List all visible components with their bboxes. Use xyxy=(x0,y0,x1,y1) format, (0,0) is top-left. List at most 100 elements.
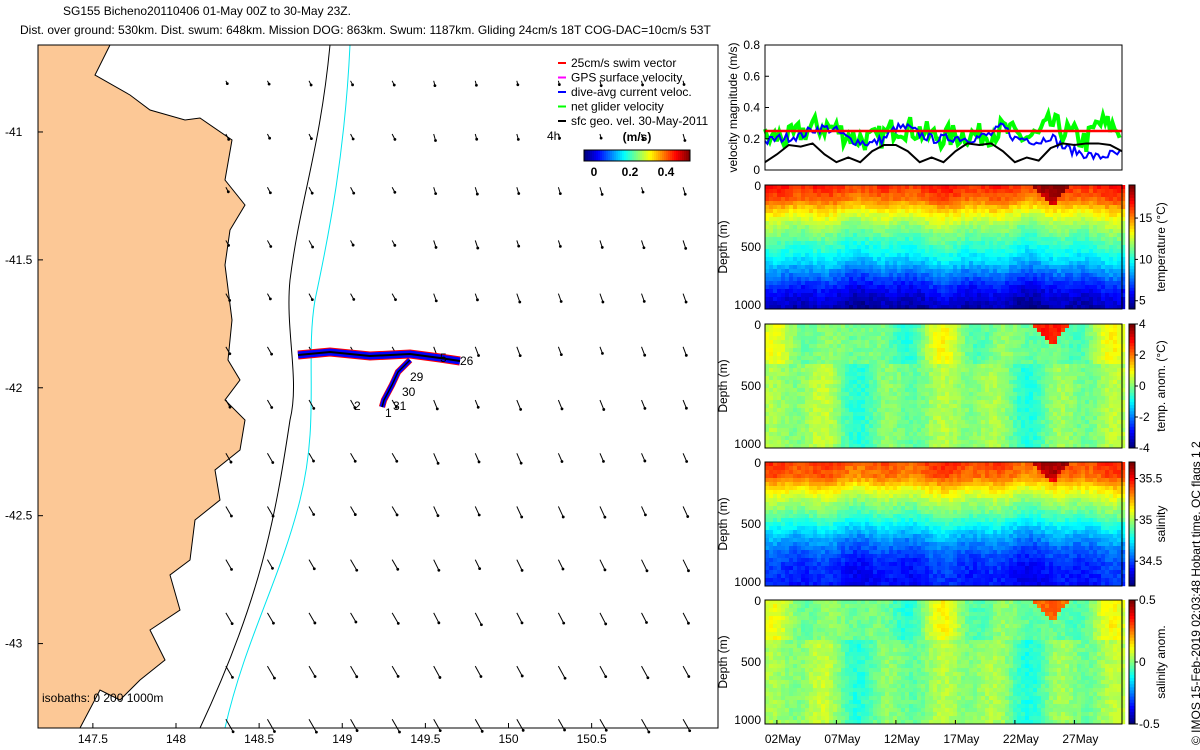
section-cell xyxy=(853,193,858,198)
section-cell xyxy=(957,265,962,270)
section-cell xyxy=(873,340,878,345)
section-cell xyxy=(977,432,982,437)
arrow-head xyxy=(642,246,646,250)
section-cell xyxy=(1077,289,1082,294)
section-cell xyxy=(777,217,782,222)
section-cell xyxy=(925,364,930,369)
colorbar-cell xyxy=(590,150,593,161)
section-cell xyxy=(905,281,910,286)
section-cell xyxy=(809,340,814,345)
section-cell xyxy=(873,265,878,270)
section-cell xyxy=(777,257,782,262)
section-cell xyxy=(877,237,882,242)
section-cell xyxy=(853,424,858,429)
section-cell xyxy=(869,384,874,389)
section-cell xyxy=(857,392,862,397)
section-cell xyxy=(797,328,802,333)
section-cell xyxy=(1105,277,1110,282)
section-cell xyxy=(773,297,778,302)
section-cell xyxy=(853,241,858,246)
section-cell xyxy=(801,225,806,230)
section-cell xyxy=(769,352,774,357)
section-cell xyxy=(869,420,874,425)
section-cell xyxy=(801,332,806,337)
section-cell xyxy=(945,360,950,365)
section-cell xyxy=(909,273,914,278)
section-cell xyxy=(881,281,886,286)
section-cell xyxy=(1033,225,1038,230)
section-cell xyxy=(1021,269,1026,274)
section-cell xyxy=(977,209,982,214)
section-cell xyxy=(865,428,870,433)
section-cell xyxy=(861,396,866,401)
section-cell xyxy=(1009,241,1014,246)
section-cell xyxy=(1017,261,1022,266)
section-cell xyxy=(1001,297,1006,302)
section-cell xyxy=(921,376,926,381)
section-cell xyxy=(901,237,906,242)
section-cell xyxy=(889,297,894,302)
section-cell xyxy=(837,324,842,329)
section-cell xyxy=(821,328,826,333)
arrow-head xyxy=(310,298,314,302)
colorbar-cell xyxy=(1129,250,1135,254)
section-cell xyxy=(885,332,890,337)
section-cell xyxy=(1045,185,1050,190)
section-cell xyxy=(1037,257,1042,262)
section-cell xyxy=(845,257,850,262)
section-cell xyxy=(941,424,946,429)
section-cell xyxy=(785,420,790,425)
section-cell xyxy=(1029,205,1034,210)
section-cell xyxy=(897,400,902,405)
section-cell xyxy=(1093,213,1098,218)
colorbar-cell xyxy=(1129,253,1135,257)
section-cell xyxy=(961,324,966,329)
section-cell xyxy=(973,428,978,433)
arrow-head xyxy=(310,191,314,195)
section-cell xyxy=(793,253,798,258)
section-cell xyxy=(793,324,798,329)
section-cell xyxy=(1021,273,1026,278)
section-cell xyxy=(885,440,890,445)
section-cell xyxy=(777,368,782,373)
section-cell xyxy=(993,193,998,198)
section-cell xyxy=(1049,217,1054,222)
section-cell xyxy=(1077,241,1082,246)
section-cell xyxy=(793,344,798,349)
section-cell xyxy=(825,388,830,393)
section-cell xyxy=(809,225,814,230)
arrow-head xyxy=(396,674,400,678)
section-cell xyxy=(873,336,878,341)
section-cell xyxy=(985,193,990,198)
section-cell xyxy=(841,217,846,222)
section-cell xyxy=(949,328,954,333)
section-cell xyxy=(829,436,834,441)
section-cell xyxy=(829,253,834,258)
section-cell xyxy=(821,384,826,389)
section-cell xyxy=(797,332,802,337)
section-cell xyxy=(1021,193,1026,198)
section-cell xyxy=(813,285,818,290)
section-cell xyxy=(773,420,778,425)
section-cell xyxy=(969,396,974,401)
section-cell xyxy=(873,253,878,258)
section-cell xyxy=(853,400,858,405)
section-cell xyxy=(769,348,774,353)
section-cell xyxy=(773,265,778,270)
section-cell xyxy=(813,336,818,341)
section-cell xyxy=(793,332,798,337)
section-cell xyxy=(777,384,782,389)
section-cell xyxy=(977,249,982,254)
section-cell xyxy=(925,440,930,445)
section-cell xyxy=(805,197,810,202)
geostrophic-velocity-arrow xyxy=(433,506,439,516)
section-cell xyxy=(861,265,866,270)
section-cell xyxy=(877,324,882,329)
section-cell xyxy=(929,241,934,246)
section-cell xyxy=(949,388,954,393)
section-cell xyxy=(1009,225,1014,230)
section-cell xyxy=(905,213,910,218)
section-cell xyxy=(805,348,810,353)
section-cell xyxy=(953,416,958,421)
section-cell xyxy=(929,273,934,278)
